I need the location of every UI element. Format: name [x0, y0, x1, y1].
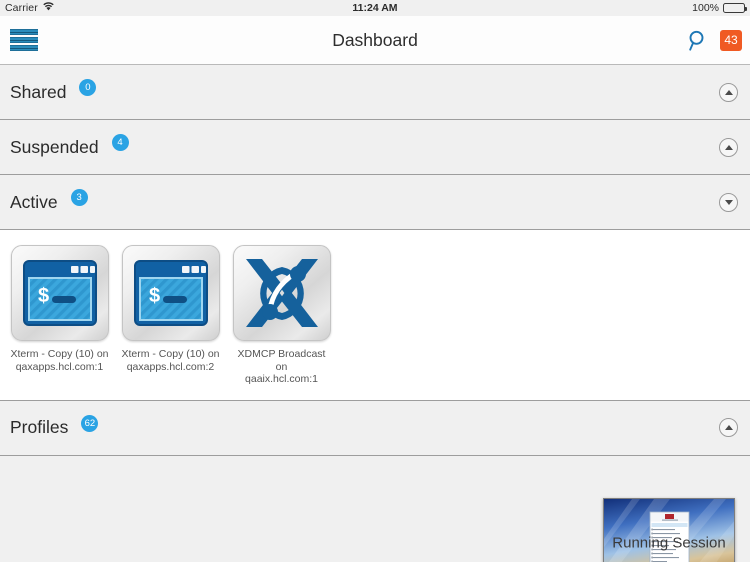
caret-down [724, 199, 733, 205]
session-label-line2: qaaix.hcl.com:1 [245, 373, 318, 385]
chevron-up-circle-icon[interactable] [719, 137, 738, 157]
chevron-up-circle-icon[interactable] [719, 82, 738, 102]
search-icon[interactable] [685, 27, 709, 53]
active-sessions-panel: $ Xterm - Copy (10) on qaxapps.hcl.com:1 [0, 230, 750, 401]
caret-up [724, 425, 733, 430]
running-session-preview [604, 498, 734, 562]
section-header-profiles[interactable]: Profiles 62 [0, 400, 750, 456]
svg-text:$: $ [38, 285, 49, 307]
section-count-profiles: 62 [81, 414, 99, 432]
session-tile-label: Xterm - Copy (10) on qaxapps.hcl.com:1 [9, 348, 111, 373]
navigation-bar: Dashboard 43 [0, 16, 750, 65]
session-tile-label: XDMCP Broadcast on qaaix.hcl.com:1 [231, 348, 333, 386]
section-header-shared[interactable]: Shared 0 [0, 65, 750, 120]
chevron-down-circle-icon[interactable] [719, 192, 738, 212]
session-label-line1: XDMCP Broadcast on [237, 348, 326, 373]
hamburger-bar [10, 29, 38, 35]
hamburger-menu-icon[interactable] [10, 29, 38, 51]
xterm-terminal-icon: $ [10, 245, 109, 341]
running-session-thumbnail[interactable]: Running Session [603, 497, 735, 562]
battery-icon [723, 3, 747, 13]
xdmcp-x-logo-icon [232, 245, 331, 341]
navigation-bar-actions: 43 [685, 27, 742, 53]
section-title-suspended: Suspended [10, 136, 99, 157]
session-label-line2: qaxapps.hcl.com:2 [126, 360, 215, 373]
status-bar: Carrier 11:24 AM 100% [0, 0, 750, 16]
caret-up [724, 89, 733, 95]
xterm-terminal-icon: $ [121, 245, 220, 341]
section-count-active: 3 [70, 189, 88, 206]
active-sessions-grid: $ Xterm - Copy (10) on qaxapps.hcl.com:1 [0, 245, 750, 386]
page-title: Dashboard [332, 29, 418, 50]
svg-text:$: $ [149, 285, 160, 307]
session-tile[interactable]: XDMCP Broadcast on qaaix.hcl.com:1 [229, 245, 334, 386]
session-count-badge[interactable]: 43 [720, 29, 742, 51]
section-title-profiles: Profiles [10, 417, 69, 437]
session-label-line1: Xterm - Copy (10) on [121, 348, 220, 360]
hamburger-bar [10, 45, 38, 51]
status-bar-left: Carrier [5, 2, 54, 14]
caret-up [724, 144, 733, 150]
section-count-shared: 0 [79, 79, 97, 96]
carrier-label: Carrier [5, 2, 38, 14]
status-bar-right: 100% [692, 2, 747, 14]
session-label-line2: qaxapps.hcl.com:1 [15, 360, 104, 373]
battery-percent-label: 100% [692, 2, 719, 14]
section-header-active[interactable]: Active 3 [0, 175, 750, 230]
session-tile-label: Xterm - Copy (10) on qaxapps.hcl.com:2 [120, 348, 222, 373]
section-count-suspended: 4 [111, 134, 129, 151]
chevron-up-circle-icon[interactable] [719, 418, 738, 437]
hamburger-bar [10, 37, 38, 43]
app-root: Carrier 11:24 AM 100% Dashboard 43 Share… [0, 0, 750, 562]
status-bar-clock: 11:24 AM [352, 2, 398, 14]
session-tile[interactable]: $ Xterm - Copy (10) on qaxapps.hcl.com:1 [7, 245, 112, 386]
section-header-suspended[interactable]: Suspended 4 [0, 120, 750, 175]
section-title-active: Active [10, 191, 58, 212]
bottom-panel: Running Session [0, 455, 750, 562]
wifi-icon [43, 2, 54, 14]
session-label-line1: Xterm - Copy (10) on [10, 348, 109, 360]
section-title-shared: Shared [10, 81, 67, 102]
session-tile[interactable]: $ Xterm - Copy (10) on qaxapps.hcl.com:2 [118, 245, 223, 386]
